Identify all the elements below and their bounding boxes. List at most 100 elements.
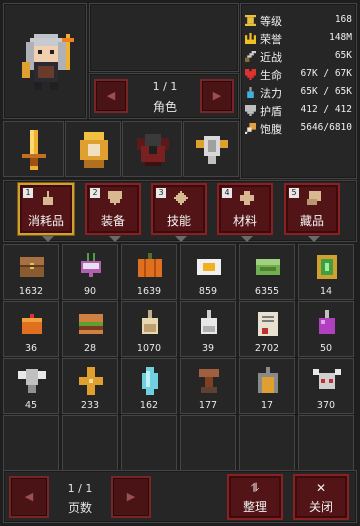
tan-potion-icon: [142, 310, 158, 334]
inventory-slot[interactable]: 859: [180, 244, 236, 300]
burger-icon: [79, 314, 103, 334]
winged-shield-icon: [196, 136, 228, 164]
stat-label: 近战: [260, 51, 282, 64]
stat-value: 412 / 412: [300, 104, 352, 115]
inventory-slot[interactable]: 233: [62, 358, 118, 414]
tab-pointer-icon: [241, 236, 253, 242]
tab-pointer-icon: [42, 236, 54, 242]
inventory-slot[interactable]: 17: [239, 358, 295, 414]
winged-totem-icon: [18, 369, 46, 393]
stat-value: 65K: [334, 50, 352, 61]
inventory-slot-empty[interactable]: [298, 415, 354, 471]
close-button[interactable]: ✕ 关闭: [293, 474, 349, 520]
equip-slot-shield[interactable]: [183, 121, 239, 177]
inventory-slot-empty[interactable]: [121, 415, 177, 471]
item-quantity: 28: [83, 343, 97, 354]
empty-header-panel: [89, 3, 239, 72]
stat-label: 等级: [260, 15, 282, 28]
tab-skills[interactable]: 3 技能: [151, 183, 207, 242]
inventory-slot[interactable]: 1632: [3, 244, 59, 300]
inventory-slot[interactable]: 14: [298, 244, 354, 300]
inventory-slot[interactable]: 1639: [121, 244, 177, 300]
gold-cross-icon: [79, 367, 103, 395]
item-quantity: 2702: [254, 343, 280, 354]
inventory-slot[interactable]: 36: [3, 301, 59, 357]
character-portrait: [3, 3, 87, 119]
stat-row-honor: 荣誉 148M: [245, 31, 352, 47]
chevron-left-icon: ◀: [106, 89, 116, 102]
page-next-button[interactable]: ▶: [111, 476, 151, 518]
tab-materials[interactable]: 4 材料: [217, 183, 273, 242]
treasure-chest-icon: [20, 257, 44, 277]
tab-label: 藏品: [299, 214, 324, 228]
stat-row-health: 生命 67K / 67K: [245, 67, 352, 83]
inventory-slot[interactable]: 28: [62, 301, 118, 357]
drumstick-icon: [245, 123, 256, 134]
inventory-slot[interactable]: 1070: [121, 301, 177, 357]
character-next-button[interactable]: ▶: [200, 79, 234, 113]
cross-icon: [240, 191, 254, 205]
mana-potion-icon: [247, 87, 254, 98]
item-quantity: 14: [319, 286, 333, 297]
equip-slot-weapon[interactable]: [3, 121, 64, 177]
shield-icon: [245, 105, 256, 116]
stat-label: 生命: [260, 69, 282, 82]
inventory-slot[interactable]: 2702: [239, 301, 295, 357]
inventory-slot-empty[interactable]: [239, 415, 295, 471]
tab-label: 技能: [166, 214, 191, 228]
anvil-icon: [199, 369, 219, 393]
crown-icon: [245, 33, 256, 44]
green-cake-icon: [256, 259, 280, 275]
stat-value: 148M: [329, 32, 352, 43]
pumpkin-icon: [138, 253, 162, 277]
inventory-slot[interactable]: 39: [180, 301, 236, 357]
item-quantity: 859: [198, 286, 218, 297]
tab-consumables[interactable]: 1 消耗品: [18, 183, 74, 242]
stat-label: 护盾: [260, 105, 282, 118]
shield-icon: [108, 191, 122, 205]
inventory-slot[interactable]: 50: [298, 301, 354, 357]
item-quantity: 1632: [18, 286, 44, 297]
page-prev-button[interactable]: ◀: [9, 476, 49, 518]
inventory-slot[interactable]: 162: [121, 358, 177, 414]
dark-cloak-icon: [137, 134, 169, 166]
inventory-slot[interactable]: 177: [180, 358, 236, 414]
tab-label: 装备: [100, 214, 125, 228]
hourglass-icon: [245, 15, 256, 26]
character-pager-label: 角色: [152, 100, 177, 114]
item-quantity: 17: [260, 400, 274, 411]
inventory-slot[interactable]: 6355: [239, 244, 295, 300]
page-label: 页数: [67, 501, 92, 515]
arch-gate-icon: [258, 367, 278, 393]
close-label: 关闭: [308, 500, 333, 514]
inventory-slot-empty[interactable]: [180, 415, 236, 471]
golden-armor-icon: [80, 132, 108, 168]
turnip-icon: [81, 253, 101, 277]
inventory-slot[interactable]: 45: [3, 358, 59, 414]
stat-row-level: 等级 168: [245, 13, 352, 29]
flask-icon: [43, 191, 53, 205]
tab-label: 材料: [232, 214, 257, 228]
stat-value: 65K / 65K: [300, 86, 352, 97]
item-quantity: 162: [139, 400, 159, 411]
sort-button[interactable]: ⥮ 整理: [227, 474, 283, 520]
equip-slot-armor[interactable]: [65, 121, 121, 177]
scroll-icon: [307, 191, 321, 205]
inventory-slot-empty[interactable]: [3, 415, 59, 471]
tab-number-badge: 5: [289, 188, 299, 198]
tab-equipment[interactable]: 2 装备: [85, 183, 141, 242]
stat-label: 荣誉: [260, 33, 282, 46]
tab-pointer-icon: [175, 236, 187, 242]
stat-label: 法力: [260, 87, 282, 100]
inventory-slot[interactable]: 370: [298, 358, 354, 414]
item-quantity: 1639: [136, 286, 162, 297]
character-prev-button[interactable]: ◀: [94, 79, 128, 113]
equip-slot-cloak[interactable]: [122, 121, 182, 177]
chevron-left-icon: ◀: [24, 490, 34, 503]
inventory-slot[interactable]: 90: [62, 244, 118, 300]
stat-row-shield: 护盾 412 / 412: [245, 103, 352, 119]
tab-pointer-icon: [308, 236, 320, 242]
tab-number-badge: 1: [23, 188, 33, 198]
inventory-slot-empty[interactable]: [62, 415, 118, 471]
tab-collection[interactable]: 5 藏品: [284, 183, 340, 242]
